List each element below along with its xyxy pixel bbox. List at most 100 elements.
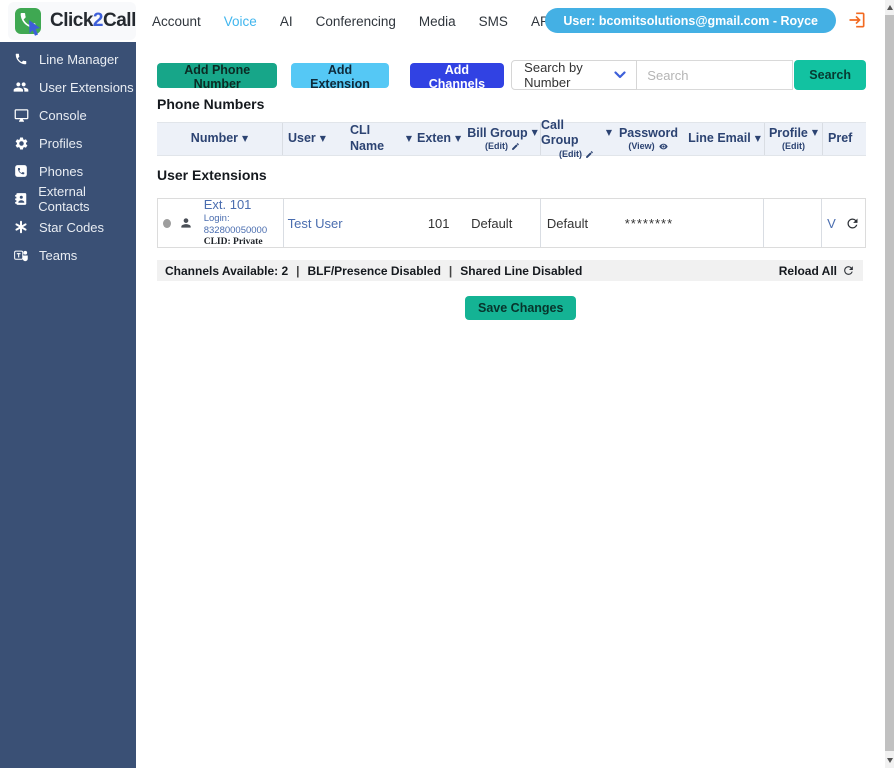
click2call-logo-icon	[14, 6, 44, 36]
column-header-number[interactable]: Number▼	[157, 123, 283, 155]
extension-login: Login: 832800050000	[204, 213, 283, 237]
line-email-cell	[685, 199, 765, 247]
add-channels-button[interactable]: Add Channels	[410, 63, 505, 88]
pref-cell: V	[822, 199, 865, 247]
reload-all-button[interactable]: Reload All	[779, 264, 855, 278]
search-button[interactable]: Search	[794, 60, 866, 90]
extension-clid: CLID: Private	[204, 237, 283, 249]
sidebar-label: Console	[39, 108, 87, 123]
teams-icon	[13, 247, 29, 263]
extension-identity-cell: Ext. 101 Login: 832800050000 CLID: Priva…	[158, 199, 284, 247]
call-group-cell[interactable]: Default	[541, 199, 612, 247]
separator: |	[449, 264, 452, 278]
password-cell[interactable]: ********	[612, 199, 685, 247]
extension-row: Ext. 101 Login: 832800050000 CLID: Priva…	[157, 198, 866, 248]
sort-icon: ▼	[320, 134, 326, 144]
nav-media[interactable]: Media	[419, 14, 456, 29]
brand-text: Click2Call	[50, 10, 136, 32]
nav-account[interactable]: Account	[152, 14, 201, 29]
sidebar-item-line-manager[interactable]: Line Manager	[0, 45, 136, 73]
nav-ai[interactable]: AI	[280, 14, 293, 29]
group-icon	[13, 79, 29, 95]
gears-icon	[13, 135, 29, 151]
status-bar: Channels Available: 2 | BLF/Presence Dis…	[157, 260, 863, 281]
separator: |	[296, 264, 299, 278]
nav-voice[interactable]: Voice	[224, 14, 257, 29]
status-dot	[163, 219, 171, 228]
extension-link[interactable]: Ext. 101	[204, 197, 283, 213]
top-header: Click2Call Account Voice AI Conferencing…	[0, 0, 885, 42]
search-filter-value: Search by Number	[524, 60, 614, 90]
sidebar-item-phones[interactable]: Phones	[0, 157, 136, 185]
monitor-icon	[13, 107, 29, 123]
sidebar-label: External Contacts	[38, 184, 136, 214]
phone-square-icon	[13, 163, 29, 179]
scroll-up-arrow-icon[interactable]	[887, 5, 893, 10]
column-header-pref: Pref	[823, 123, 866, 155]
chevron-down-icon	[614, 71, 626, 79]
toolbar: Add Phone Number Add Extension Add Chann…	[157, 60, 866, 90]
column-header-cli-name[interactable]: CLI Name▼	[345, 123, 412, 155]
main-content: Add Phone Number Add Extension Add Chann…	[157, 0, 869, 768]
sidebar-label: Star Codes	[39, 220, 104, 235]
column-header-exten[interactable]: Exten▼	[412, 123, 465, 155]
app-logo[interactable]: Click2Call	[8, 2, 136, 40]
main-nav: Account Voice AI Conferencing Media SMS …	[152, 0, 553, 42]
add-extension-button[interactable]: Add Extension	[291, 63, 388, 88]
reload-icon	[842, 264, 855, 277]
cli-name-cell	[345, 199, 412, 247]
search-filter-select[interactable]: Search by Number	[511, 60, 637, 90]
scrollbar-thumb[interactable]	[885, 15, 894, 751]
address-book-icon	[13, 191, 28, 207]
pencil-icon[interactable]	[511, 142, 520, 151]
save-changes-button[interactable]: Save Changes	[465, 296, 576, 320]
sidebar-label: Line Manager	[39, 52, 119, 67]
sort-icon: ▼	[242, 134, 248, 144]
phone-icon	[13, 51, 29, 67]
person-icon	[179, 216, 193, 230]
column-header-profile[interactable]: Profile▼ (Edit)	[765, 123, 823, 155]
sidebar-item-user-extensions[interactable]: User Extensions	[0, 73, 136, 101]
bill-group-cell[interactable]: Default	[465, 199, 541, 247]
add-phone-number-button[interactable]: Add Phone Number	[157, 63, 277, 88]
sidebar-item-star-codes[interactable]: Star Codes	[0, 213, 136, 241]
extension-user-link[interactable]: Test User	[288, 216, 343, 231]
profile-cell	[764, 199, 822, 247]
sidebar-item-external-contacts[interactable]: External Contacts	[0, 185, 136, 213]
nav-sms[interactable]: SMS	[479, 14, 508, 29]
sort-icon: ▼	[812, 128, 818, 138]
channels-available: Channels Available: 2	[165, 264, 288, 278]
column-header-call-group[interactable]: Call Group▼ (Edit)	[541, 123, 612, 155]
sidebar-item-console[interactable]: Console	[0, 101, 136, 129]
blf-presence-status: BLF/Presence Disabled	[308, 264, 441, 278]
pref-v-link[interactable]: V	[827, 216, 836, 231]
sidebar-label: Profiles	[39, 136, 82, 151]
user-extensions-title: User Extensions	[157, 167, 267, 183]
logout-icon[interactable]	[847, 10, 867, 30]
user-badge[interactable]: User: bcomitsolutions@gmail.com - Royce	[545, 8, 836, 33]
eye-icon[interactable]	[658, 142, 669, 151]
shared-line-status: Shared Line Disabled	[460, 264, 582, 278]
sidebar-item-profiles[interactable]: Profiles	[0, 129, 136, 157]
scroll-down-arrow-icon[interactable]	[887, 758, 893, 763]
column-header-bill-group[interactable]: Bill Group▼ (Edit)	[465, 123, 541, 155]
phone-numbers-title: Phone Numbers	[157, 96, 264, 112]
sidebar-label: Phones	[39, 164, 83, 179]
sidebar-label: Teams	[39, 248, 77, 263]
pencil-icon[interactable]	[585, 150, 594, 159]
sort-icon: ▼	[755, 134, 761, 144]
column-header-password[interactable]: Password (View)	[612, 123, 685, 155]
vertical-scrollbar[interactable]	[885, 0, 894, 768]
sidebar-label: User Extensions	[39, 80, 134, 95]
sidebar: Line Manager User Extensions Console Pro…	[0, 42, 136, 768]
search-input[interactable]	[637, 60, 793, 90]
reload-icon[interactable]	[845, 216, 860, 231]
column-header-line-email[interactable]: Line Email▼	[685, 123, 765, 155]
extensions-table-header: Number▼ User▼ CLI Name▼ Exten▼ Bill Grou…	[157, 122, 866, 156]
sort-icon: ▼	[455, 134, 461, 144]
asterisk-icon	[13, 219, 29, 235]
sort-icon: ▼	[532, 128, 538, 138]
column-header-user[interactable]: User▼	[283, 123, 345, 155]
nav-conferencing[interactable]: Conferencing	[316, 14, 396, 29]
sidebar-item-teams[interactable]: Teams	[0, 241, 136, 269]
